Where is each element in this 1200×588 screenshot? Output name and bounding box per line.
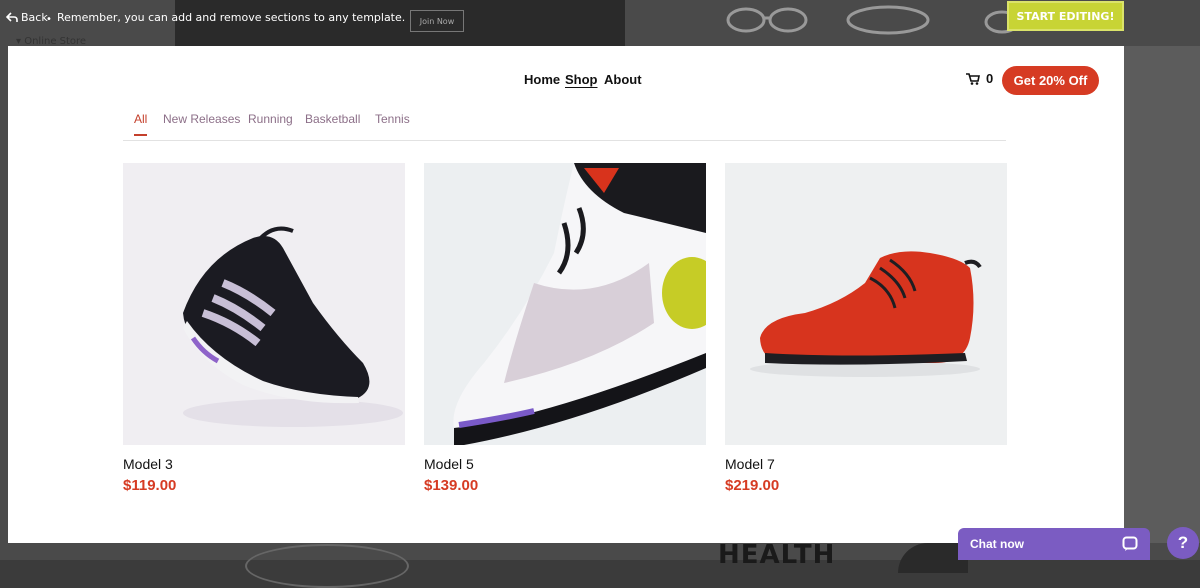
product-name[interactable]: Model 7 — [725, 456, 1007, 472]
tab-tennis[interactable]: Tennis — [375, 112, 410, 126]
product-price: $139.00 — [424, 477, 479, 494]
cart-icon — [966, 72, 980, 85]
tab-running[interactable]: Running — [248, 112, 293, 126]
product-image-white-runner[interactable] — [424, 163, 706, 445]
editor-topbar: Back • Remember, you can add and remove … — [0, 0, 1200, 47]
nav-shop[interactable]: Shop — [565, 72, 598, 87]
back-button[interactable]: Back — [6, 11, 48, 24]
main-nav: Home Shop About — [8, 72, 1124, 88]
right-overlay — [1124, 46, 1200, 543]
help-button[interactable]: ? — [1167, 527, 1199, 559]
product-name[interactable]: Model 5 — [424, 456, 706, 472]
product-card[interactable]: Model 5 $139.00 — [424, 163, 706, 494]
cart-button[interactable]: 0 — [966, 71, 993, 86]
tab-all[interactable]: All — [134, 112, 148, 136]
chat-bubble-icon — [1122, 536, 1138, 551]
product-name[interactable]: Model 3 — [123, 456, 405, 472]
back-arrow-icon — [6, 12, 18, 22]
product-image-black-sneaker[interactable] — [123, 163, 405, 445]
editor-notice: Remember, you can add and remove section… — [57, 11, 406, 24]
background-heading: HEALTH — [718, 540, 836, 570]
back-label: Back — [21, 11, 48, 24]
chat-label: Chat now — [970, 537, 1024, 551]
product-price: $219.00 — [725, 477, 780, 494]
product-card[interactable]: Model 7 $219.00 — [725, 163, 1007, 494]
product-image-red-high-top[interactable] — [725, 163, 1007, 445]
product-price: $119.00 — [123, 477, 177, 494]
tab-basketball[interactable]: Basketball — [305, 112, 360, 126]
site-preview: Home Shop About 0 Get 20% Off All New Re… — [8, 46, 1124, 543]
chat-widget[interactable]: Chat now — [958, 528, 1150, 560]
start-editing-button[interactable]: START EDITING! — [1007, 1, 1124, 31]
separator-dot: • — [46, 14, 52, 25]
product-card[interactable]: Model 3 $119.00 — [123, 163, 405, 494]
nav-about[interactable]: About — [604, 72, 642, 87]
background-disc — [245, 544, 409, 588]
nav-home[interactable]: Home — [524, 72, 560, 87]
cart-count: 0 — [986, 71, 994, 86]
tab-new-releases[interactable]: New Releases — [163, 112, 240, 126]
category-tabs: All New Releases Running Basketball Tenn… — [123, 112, 1006, 141]
promo-button[interactable]: Get 20% Off — [1002, 66, 1099, 95]
